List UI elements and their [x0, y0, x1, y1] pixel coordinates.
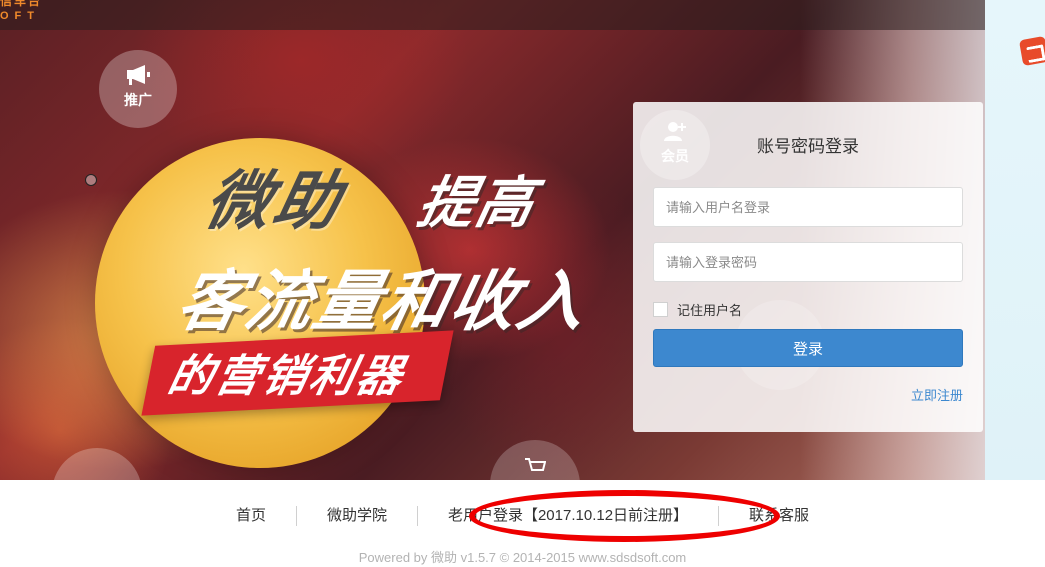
promote-circle: 推广: [99, 50, 177, 128]
promote-label: 推广: [124, 92, 152, 108]
cursor-ring-icon: [85, 174, 97, 186]
brand-sub: OFT: [0, 10, 40, 22]
remember-checkbox[interactable]: [653, 301, 668, 317]
login-panel: 账号密码登录 记住用户名 登录 立即注册: [633, 102, 983, 432]
top-bar: 信车台 OFT: [0, 0, 985, 30]
brand-name: 信车台: [0, 0, 43, 8]
footer-nav: 首页 微助学院 老用户登录【2017.10.12日前注册】 联系客服: [0, 505, 1045, 527]
powered-by-text: Powered by 微助 v1.5.7 © 2014-2015 www.sds…: [358, 550, 687, 565]
login-button[interactable]: 登录: [653, 329, 963, 367]
remember-label: 记住用户名: [677, 302, 743, 318]
login-title: 账号密码登录: [757, 137, 859, 156]
faint-circle-user: [52, 448, 142, 480]
brand-logo[interactable]: 信车台 OFT: [0, 0, 42, 24]
promo-headline-2: 客流量和收入: [170, 263, 596, 340]
hero-banner: 信车台 OFT 推广 会员: [0, 0, 1045, 480]
footer-link-academy[interactable]: 微助学院: [297, 505, 417, 527]
right-side-strip: [985, 0, 1045, 480]
megaphone-icon: [99, 50, 177, 91]
promo-headline-1: 提高: [412, 171, 542, 236]
password-input[interactable]: [653, 242, 963, 282]
remember-row[interactable]: 记住用户名: [653, 300, 742, 318]
cart-icon: [490, 440, 580, 480]
register-link[interactable]: 立即注册: [911, 385, 963, 404]
footer-link-home[interactable]: 首页: [206, 505, 296, 527]
footer-link-old-user-login[interactable]: 老用户登录【2017.10.12日前注册】: [418, 505, 718, 527]
promo-tagline: 的营销利器: [163, 351, 410, 402]
faint-circle-cart: [490, 440, 580, 480]
floating-chat-icon[interactable]: [1018, 35, 1045, 67]
username-input[interactable]: [653, 187, 963, 227]
promo-brand-text: 微助: [198, 165, 351, 239]
footer-link-support[interactable]: 联系客服: [719, 505, 839, 527]
